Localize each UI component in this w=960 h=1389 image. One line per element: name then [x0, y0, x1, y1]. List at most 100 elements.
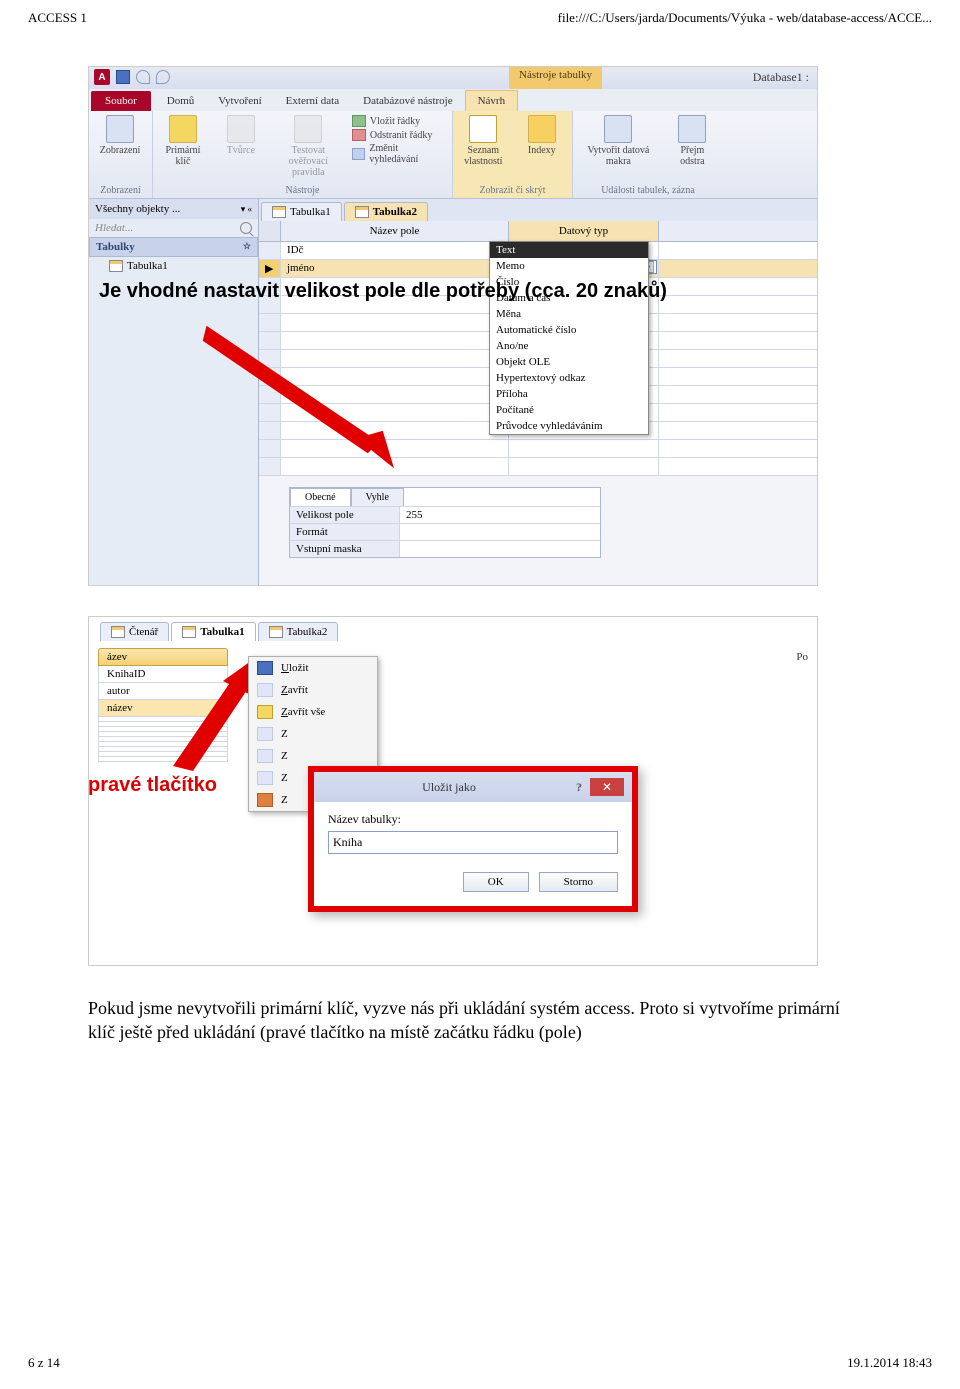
annotation-text-fig2: pravé tlačítko	[88, 774, 217, 797]
field-jmeno[interactable]: jméno	[281, 260, 509, 277]
column-nazev-pole: Název pole	[281, 221, 509, 241]
contextual-tab-header: Nástroje tabulky	[509, 67, 602, 89]
save-icon[interactable]	[116, 70, 130, 84]
zobrazeni-button[interactable]: Zobrazení	[95, 115, 145, 156]
table-icon	[109, 260, 123, 272]
field-idc[interactable]: IDč	[281, 242, 509, 259]
table-icon	[111, 626, 125, 638]
nav-category-tabulky[interactable]: Tabulky ☆	[89, 237, 258, 257]
dropdown-item-anone[interactable]: Ano/ne	[490, 338, 648, 354]
datasheet-view-icon	[257, 749, 273, 763]
menu-item-z1[interactable]: Z	[249, 723, 377, 745]
ribbon-tabs: Soubor Domů Vytvoření Externí data Datab…	[89, 89, 817, 111]
dropdown-item-ole[interactable]: Objekt OLE	[490, 354, 648, 370]
zmenit-vyhledavani-button[interactable]: Změnit vyhledávání	[352, 143, 446, 165]
prop-tab-vyhledavani[interactable]: Vyhle	[351, 488, 404, 506]
testovat-pravidla-button[interactable]: Testovat ověřovací pravidla	[275, 115, 342, 178]
work-tab-tabulka2[interactable]: Tabulka2	[344, 202, 428, 221]
data-type-dropdown[interactable]: Text Memo Číslo Datum a čas Měna Automat…	[489, 241, 649, 435]
page-header-right: file:///C:/Users/jarda/Documents/Výuka -…	[558, 10, 932, 26]
pivot-table-icon	[257, 771, 273, 785]
nav-header[interactable]: Všechny objekty ... ▾ «	[89, 199, 258, 219]
body-paragraph: Pokud jsme nevytvořili primární klíč, vy…	[88, 996, 868, 1045]
pivot-chart-icon	[257, 793, 273, 807]
help-icon[interactable]: ?	[576, 780, 582, 795]
menu-zavrit-vse[interactable]: Zavřít vše	[249, 701, 377, 723]
prop-maska-value[interactable]	[400, 541, 600, 557]
table-icon	[355, 206, 369, 218]
storno-button[interactable]: Storno	[539, 872, 618, 892]
property-sheet: Obecné Vyhle Velikost pole 255 Formát Vs…	[289, 487, 601, 558]
prejm-button[interactable]: Přejm odstra	[668, 115, 717, 167]
search-box[interactable]: Hledat...	[89, 219, 258, 237]
vytvorit-makra-button[interactable]: Vytvořit datová makra	[579, 115, 658, 167]
primarni-klic-button[interactable]: Primární klíč	[159, 115, 207, 167]
screenshot-save-dialog: Čtenář Tabulka1 Tabulka2 ázev KnihaID au…	[88, 616, 818, 966]
table-name-input[interactable]	[328, 831, 618, 854]
row-selector-icon[interactable]: ▶	[259, 260, 281, 277]
tab-externi-data[interactable]: Externí data	[274, 91, 351, 111]
prop-maska-label: Vstupní maska	[290, 541, 400, 557]
ok-button[interactable]: OK	[463, 872, 529, 892]
tab-tabulka1-fig2[interactable]: Tabulka1	[171, 622, 255, 641]
menu-item-z2[interactable]: Z	[249, 745, 377, 767]
prop-velikost-value[interactable]: 255	[400, 507, 600, 523]
dropdown-item-priloha[interactable]: Příloha	[490, 386, 648, 402]
odstranit-radky-button[interactable]: Odstranit řádky	[352, 129, 446, 141]
prop-velikost-label: Velikost pole	[290, 507, 400, 523]
tab-vytvoreni[interactable]: Vytvoření	[206, 91, 273, 111]
indexy-button[interactable]: Indexy	[518, 115, 567, 167]
prop-format-label: Formát	[290, 524, 400, 540]
table-icon	[269, 626, 283, 638]
tab-ctenar[interactable]: Čtenář	[100, 622, 169, 641]
group-label-zobrazeni: Zobrazení	[95, 185, 146, 196]
collapse-icon: ☆	[243, 241, 251, 253]
field-autor[interactable]: autor	[98, 683, 228, 700]
menu-ulozit[interactable]: Uložit	[249, 657, 377, 679]
work-tab-tabulka1[interactable]: Tabulka1	[261, 202, 342, 221]
access-app-icon: A	[94, 69, 110, 85]
dropdown-item-pruvodce[interactable]: Průvodce vyhledáváním	[490, 418, 648, 434]
group-label-udalosti: Události tabulek, zázna	[579, 185, 717, 196]
tab-navrh[interactable]: Návrh	[465, 90, 519, 111]
chevron-down-icon[interactable]: ▾ «	[241, 204, 252, 215]
field-list-header: ázev	[98, 648, 228, 666]
dropdown-item-hyperlink[interactable]: Hypertextový odkaz	[490, 370, 648, 386]
vlozit-radky-button[interactable]: Vložit řádky	[352, 115, 446, 127]
page-footer-left: 6 z 14	[28, 1355, 60, 1371]
save-icon	[257, 661, 273, 675]
database-title: Database1 :	[753, 70, 809, 85]
field-nazev[interactable]: název	[98, 700, 228, 717]
tvurce-button[interactable]: Tvůrce	[217, 115, 265, 156]
dropdown-item-mena[interactable]: Měna	[490, 306, 648, 322]
page-header-left: ACCESS 1	[28, 10, 87, 26]
undo-icon[interactable]	[136, 70, 150, 84]
table-icon	[272, 206, 286, 218]
prop-format-value[interactable]	[400, 524, 600, 540]
field-empty[interactable]	[98, 757, 228, 762]
save-as-dialog: Uložit jako ? ✕ Název tabulky: OK Storno	[308, 766, 638, 912]
tab-domu[interactable]: Domů	[155, 91, 207, 111]
dropdown-item-text[interactable]: Text	[490, 242, 648, 258]
column-datovy-typ: Datový typ	[509, 221, 659, 241]
group-label-zobskryt: Zobrazit či skrýt	[459, 185, 566, 196]
group-label-nastroje: Nástroje	[159, 185, 446, 196]
navigation-pane: Všechny objekty ... ▾ « Hledat... Tabulk…	[89, 199, 259, 585]
search-icon	[240, 222, 252, 234]
seznam-vlastnosti-button[interactable]: Seznam vlastností	[459, 115, 508, 167]
dropdown-item-pocitane[interactable]: Počítané	[490, 402, 648, 418]
redo-icon[interactable]	[156, 70, 170, 84]
nav-item-tabulka1[interactable]: Tabulka1	[89, 257, 258, 275]
tab-soubor[interactable]: Soubor	[91, 91, 151, 111]
field-knihaid[interactable]: KnihaID	[98, 666, 228, 683]
tab-tabulka2-fig2[interactable]: Tabulka2	[258, 622, 339, 641]
prop-tab-obecne[interactable]: Obecné	[290, 488, 351, 506]
folder-icon	[257, 705, 273, 719]
close-icon[interactable]: ✕	[590, 778, 624, 796]
tab-databazove-nastroje[interactable]: Databázové nástroje	[351, 91, 464, 111]
menu-zavrit[interactable]: Zavřít	[249, 679, 377, 701]
dropdown-item-memo[interactable]: Memo	[490, 258, 648, 274]
annotation-text-fig1: Je vhodné nastavit velikost pole dle pot…	[99, 279, 667, 303]
table-icon	[182, 626, 196, 638]
dropdown-item-autocislo[interactable]: Automatické číslo	[490, 322, 648, 338]
